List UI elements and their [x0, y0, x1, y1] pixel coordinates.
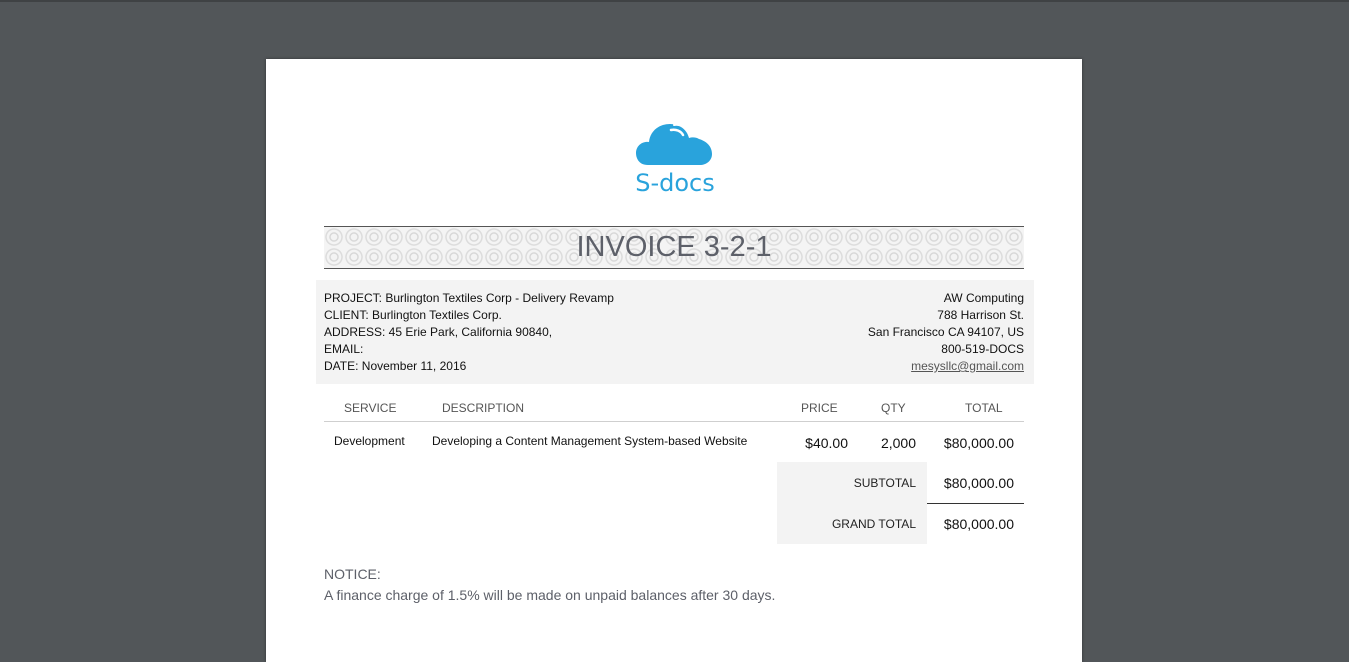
- totals-divider: [927, 503, 1024, 504]
- totals-label-panel: [777, 462, 927, 544]
- client-info: PROJECT: Burlington Textiles Corp - Deli…: [324, 290, 614, 375]
- date-line: DATE: November 11, 2016: [324, 359, 467, 373]
- company-city: San Francisco CA 94107, US: [867, 325, 1024, 339]
- header-total: TOTAL: [965, 401, 1003, 415]
- company-email-link[interactable]: mesysllc@gmail.com: [868, 358, 1024, 375]
- viewer-top-border: [0, 0, 1349, 2]
- cloud-icon: [636, 123, 712, 165]
- invoice-banner: INVOICE 3-2-1: [324, 226, 1024, 269]
- grand-total-value: $80,000.00: [943, 516, 1014, 532]
- notice-title: NOTICE:: [324, 566, 381, 582]
- document-page: S-docs INVOICE 3-2-1 PROJECT: Burlington…: [266, 59, 1082, 662]
- info-panel: PROJECT: Burlington Textiles Corp - Deli…: [316, 280, 1034, 384]
- row-price: $40.00: [805, 435, 848, 451]
- header-service: SERVICE: [344, 401, 397, 415]
- header-qty: QTY: [881, 401, 906, 415]
- project-line: PROJECT: Burlington Textiles Corp - Deli…: [324, 291, 614, 305]
- company-phone: 800-519-DOCS: [941, 342, 1024, 356]
- company-name: AW Computing: [943, 291, 1024, 305]
- header-divider: [324, 421, 1024, 422]
- subtotal-label: SUBTOTAL: [853, 476, 916, 490]
- row-service: Development: [334, 434, 405, 448]
- invoice-title: INVOICE 3-2-1: [576, 231, 772, 263]
- address-line: ADDRESS: 45 Erie Park, California 90840,: [324, 325, 553, 339]
- client-line: CLIENT: Burlington Textiles Corp.: [324, 308, 502, 322]
- company-info: AW Computing 788 Harrison St. San Franci…: [868, 290, 1024, 375]
- logo-text: S-docs: [635, 169, 715, 197]
- row-total: $80,000.00: [943, 435, 1014, 451]
- header-price: PRICE: [801, 401, 838, 415]
- grand-total-label: GRAND TOTAL: [831, 517, 916, 531]
- notice-text: A finance charge of 1.5% will be made on…: [324, 587, 776, 603]
- row-qty: 2,000: [880, 435, 916, 451]
- company-street: 788 Harrison St.: [937, 308, 1024, 322]
- company-logo: S-docs: [632, 121, 718, 211]
- header-description: DESCRIPTION: [442, 401, 525, 415]
- email-line: EMAIL:: [324, 342, 364, 356]
- subtotal-value: $80,000.00: [943, 475, 1014, 491]
- row-description: Developing a Content Management System-b…: [432, 434, 748, 448]
